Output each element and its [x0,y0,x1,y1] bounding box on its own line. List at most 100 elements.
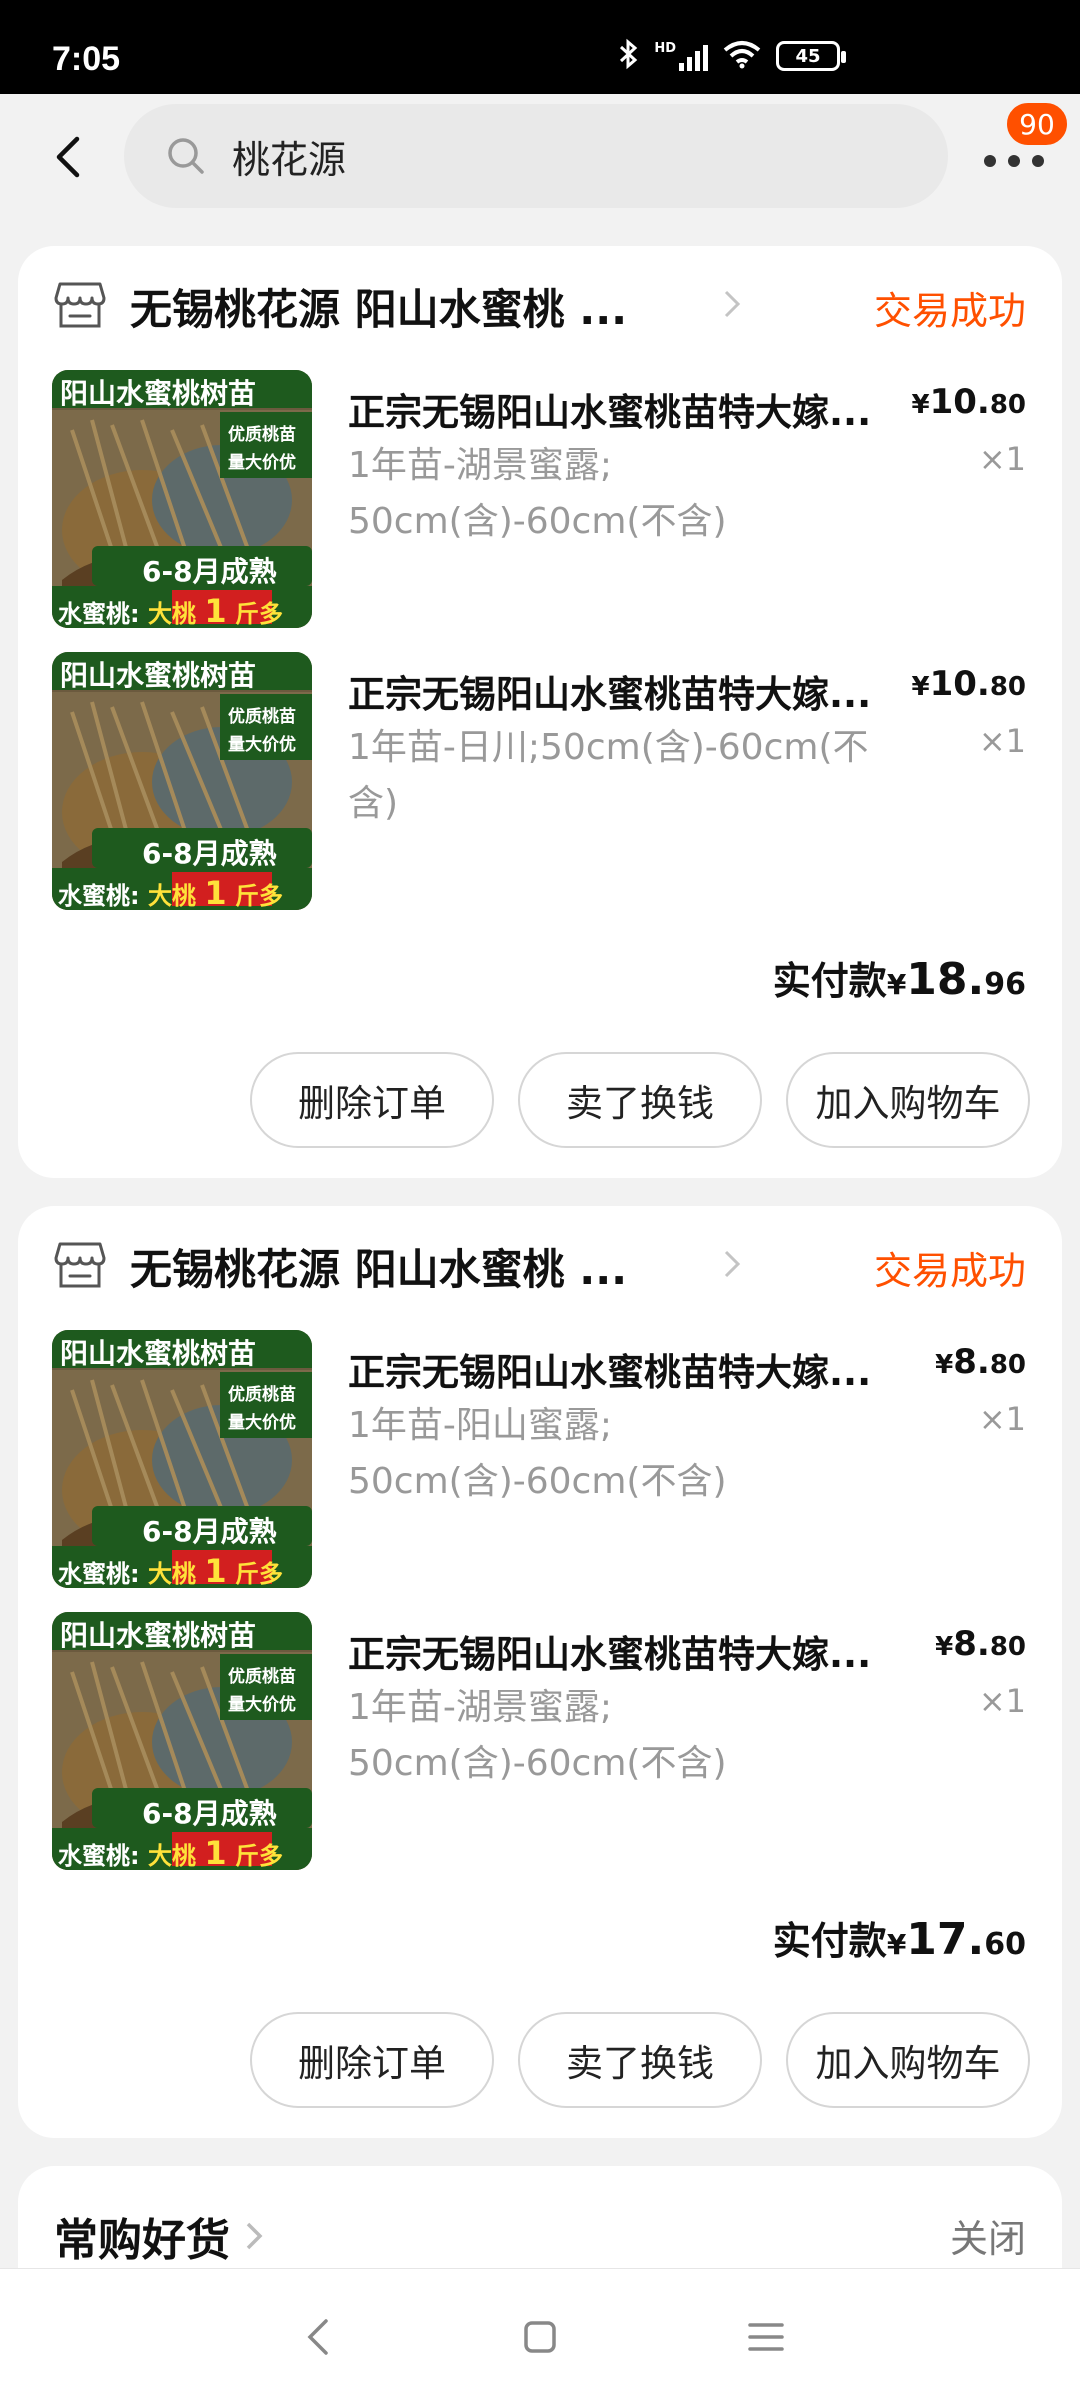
item-price: ¥8.80 [935,1624,1026,1664]
image-bottom-prefix: 水蜜桃: [58,1560,140,1588]
image-bottom-mid: 大桃 [147,1560,196,1588]
price-symbol: ¥ [911,672,930,702]
order-item[interactable]: 阳山水蜜桃树苗 优质桃苗 量大价优 6-8月成熟 水蜜桃: 大桃 1 斤多 正宗… [18,370,1062,640]
item-sku: 1年苗-日川;50cm(含)-60cm(不含) [348,727,869,824]
price-symbol: ¥ [935,1350,954,1380]
price-int: 8. [953,1342,990,1382]
image-bottom-suffix: 斤多 [234,1842,283,1870]
image-bottom-text: 水蜜桃: 大桃 1 斤多 [58,1552,283,1588]
image-banner-text: 阳山水蜜桃树苗 [60,1337,257,1370]
image-bottom-prefix: 水蜜桃: [58,1842,140,1870]
total-int: 18. [906,954,985,1005]
order-card[interactable]: 无锡桃花源 阳山水蜜桃 ... 交易成功 阳山水蜜桃树苗 优质桃苗 量大价优 6… [18,246,1062,1178]
image-ripe-text: 6-8月成熟 [142,1797,277,1830]
order-item[interactable]: 阳山水蜜桃树苗 优质桃苗 量大价优 6-8月成熟 水蜜桃: 大桃 1 斤多 正宗… [18,1330,1062,1600]
product-image[interactable]: 阳山水蜜桃树苗 优质桃苗 量大价优 6-8月成熟 水蜜桃: 大桃 1 斤多 [52,1330,312,1588]
order-card[interactable]: 无锡桃花源 阳山水蜜桃 ... 交易成功 阳山水蜜桃树苗 优质桃苗 量大价优 6… [18,1206,1062,2138]
frequent-goods-title[interactable]: 常购好货 [54,2204,266,2268]
item-title: 正宗无锡阳山水蜜桃苗特大嫁... [348,1351,872,1394]
more-icon-dot [1032,155,1044,167]
more-icon [984,155,996,167]
item-title: 正宗无锡阳山水蜜桃苗特大嫁... [348,673,872,716]
image-banner-text: 阳山水蜜桃树苗 [60,377,257,410]
order-total: 实付款¥17.60 [773,1910,1026,1965]
nav-back-icon [307,2319,328,2355]
image-bottom-num: 1 [204,1552,227,1588]
item-sku: 1年苗-阳山蜜露; 50cm(含)-60cm(不含) [348,1405,727,1502]
sell-for-cash-button[interactable]: 卖了换钱 [518,1052,762,1148]
product-image[interactable]: 阳山水蜜桃树苗 优质桃苗 量大价优 6-8月成熟 水蜜桃: 大桃 1 斤多 [52,370,312,628]
status-icons: HD 45 [618,38,846,74]
order-status: 交易成功 [873,1249,1026,1293]
nav-back-button[interactable] [290,2309,346,2365]
image-bottom-num: 1 [204,592,227,628]
item-sku: 1年苗-湖景蜜露; 50cm(含)-60cm(不含) [348,445,727,542]
item-quantity: ×1 [978,722,1026,760]
add-to-cart-button[interactable]: 加入购物车 [786,1052,1030,1148]
order-item[interactable]: 阳山水蜜桃树苗 优质桃苗 量大价优 6-8月成熟 水蜜桃: 大桃 1 斤多 正宗… [18,652,1062,922]
store-icon [54,280,106,330]
item-quantity: ×1 [978,1400,1026,1438]
total-symbol: ¥ [886,968,907,1001]
price-int: 8. [953,1624,990,1664]
image-tag-line2: 量大价优 [228,735,296,755]
bluetooth-icon [618,38,640,74]
image-banner-text: 阳山水蜜桃树苗 [60,659,257,692]
item-sku: 1年苗-湖景蜜露; 50cm(含)-60cm(不含) [348,1687,727,1784]
chevron-right-icon [716,1246,746,1282]
total-dec: 96 [984,967,1026,1002]
image-bottom-num: 1 [204,1834,227,1870]
image-bottom-prefix: 水蜜桃: [58,882,140,910]
image-ripe-text: 6-8月成熟 [142,555,277,588]
status-bar: 7:05 HD 45 [0,0,1080,94]
price-symbol: ¥ [935,1632,954,1662]
image-bottom-mid: 大桃 [147,1842,196,1870]
item-quantity: ×1 [978,1682,1026,1720]
more-button[interactable] [984,146,1044,176]
price-int: 10. [929,664,990,704]
price-dec: 80 [989,1632,1026,1662]
total-dec: 60 [984,1927,1026,1962]
image-banner-text: 阳山水蜜桃树苗 [60,1619,257,1652]
image-bottom-mid: 大桃 [147,882,196,910]
search-query: 桃花源 [232,137,347,182]
back-button[interactable] [40,129,96,185]
product-image[interactable]: 阳山水蜜桃树苗 优质桃苗 量大价优 6-8月成熟 水蜜桃: 大桃 1 斤多 [52,652,312,910]
delete-order-button[interactable]: 删除订单 [250,1052,494,1148]
image-bottom-prefix: 水蜜桃: [58,600,140,628]
sell-for-cash-button[interactable]: 卖了换钱 [518,2012,762,2108]
add-to-cart-button[interactable]: 加入购物车 [786,2012,1030,2108]
store-name: 无锡桃花源 阳山水蜜桃 ... [130,285,628,334]
nav-home-button[interactable] [512,2309,568,2365]
search-icon [166,136,206,176]
nav-menu-button[interactable] [738,2309,794,2365]
image-tag-line2: 量大价优 [228,453,296,473]
nav-menu-icon [748,2323,784,2351]
price-dec: 80 [989,1350,1026,1380]
store-icon [54,1240,106,1290]
image-bottom-text: 水蜜桃: 大桃 1 斤多 [58,1834,283,1870]
wifi-icon [722,39,762,73]
search-input[interactable]: 桃花源 [124,104,948,208]
delete-order-button[interactable]: 删除订单 [250,2012,494,2108]
cell-signal-icon: HD [654,41,708,71]
store-header[interactable]: 无锡桃花源 阳山水蜜桃 ... 交易成功 [18,1206,1062,1322]
order-total: 实付款¥18.96 [773,950,1026,1005]
image-bottom-suffix: 斤多 [234,1560,283,1588]
frequent-goods-label: 常购好货 [54,2215,230,2266]
total-symbol: ¥ [886,1928,907,1961]
product-image[interactable]: 阳山水蜜桃树苗 优质桃苗 量大价优 6-8月成熟 水蜜桃: 大桃 1 斤多 [52,1612,312,1870]
close-button[interactable]: 关闭 [950,2208,1026,2263]
image-bottom-num: 1 [204,874,227,910]
image-tag-line2: 量大价优 [228,1695,296,1715]
item-price: ¥10.80 [911,382,1026,422]
image-bottom-suffix: 斤多 [234,882,283,910]
image-tag-line1: 优质桃苗 [228,425,296,445]
total-label: 实付款 [772,959,887,1003]
order-status: 交易成功 [873,289,1026,333]
nav-home-icon [524,2321,556,2353]
store-header[interactable]: 无锡桃花源 阳山水蜜桃 ... 交易成功 [18,246,1062,362]
image-bottom-text: 水蜜桃: 大桃 1 斤多 [58,874,283,910]
image-tag-line1: 优质桃苗 [228,1385,296,1405]
order-item[interactable]: 阳山水蜜桃树苗 优质桃苗 量大价优 6-8月成熟 水蜜桃: 大桃 1 斤多 正宗… [18,1612,1062,1882]
